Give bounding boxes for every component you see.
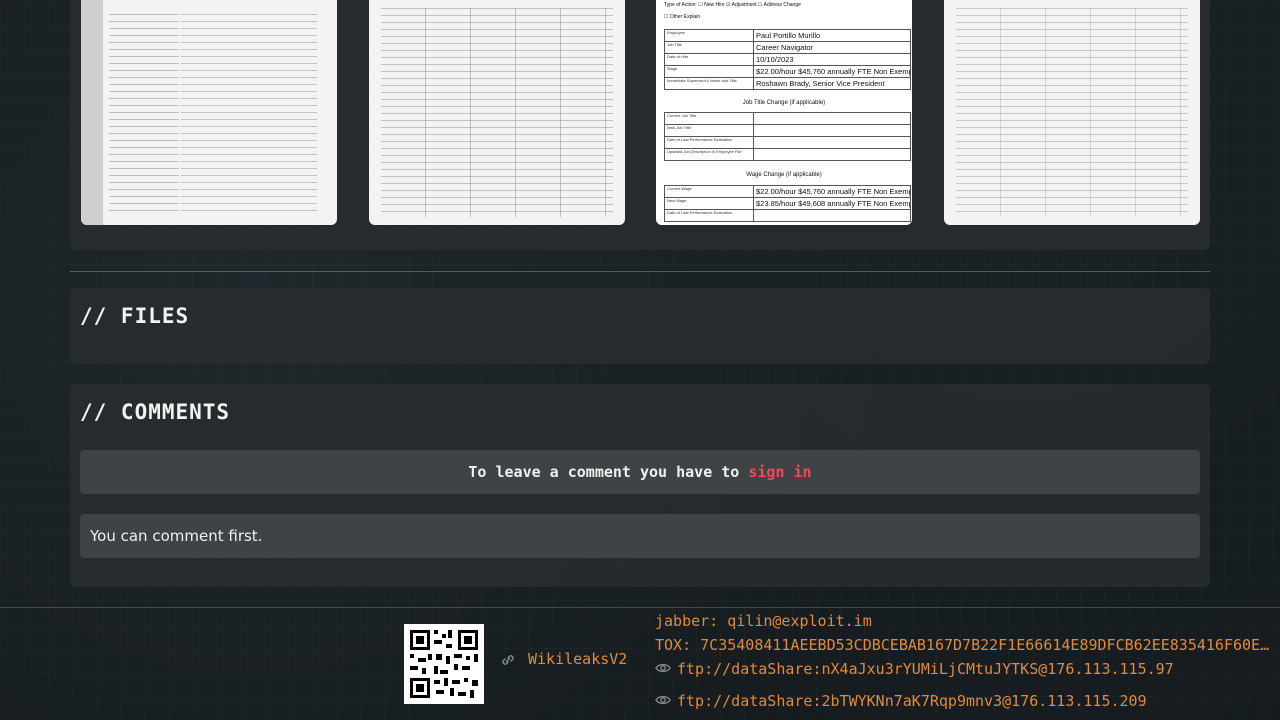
jabber-contact: jabber: qilin@exploit.im [655,612,872,630]
footer-divider [0,607,1280,608]
image-gallery: Type of Action: ☐ New Hire ☑ Adjustment … [70,0,1210,250]
files-section: // FILES [70,288,1210,364]
gallery-thumbnail-1[interactable] [81,0,337,225]
link-icon [502,655,514,665]
ftp-link-2[interactable]: ftp://dataShare:2bTWYKNn7aK7Rqp9mnv3@176… [655,692,1147,710]
eye-icon [655,663,671,673]
sign-in-link[interactable]: sign in [748,463,811,481]
signin-prompt: To leave a comment you have to sign in [80,450,1200,494]
gallery-thumbnail-3[interactable]: Type of Action: ☐ New Hire ☑ Adjustment … [656,0,912,225]
qr-code-icon [404,624,484,704]
ftp-link-2-text: ftp://dataShare:2bTWYKNn7aK7Rqp9mnv3@176… [677,692,1147,710]
files-title: // FILES [80,304,190,328]
empty-comments-message: You can comment first. [80,514,1200,558]
eye-icon [655,695,671,705]
section-divider [70,271,1210,272]
signin-prefix: To leave a comment you have to [468,463,749,481]
comments-section: // COMMENTS To leave a comment you have … [70,384,1210,587]
ftp-link-1-text: ftp://dataShare:nX4aJxu3rYUMiLjCMtuJYTKS… [677,660,1174,678]
gallery-thumbnail-2[interactable] [369,0,625,225]
form-preview: Type of Action: ☐ New Hire ☑ Adjustment … [656,0,912,225]
form-checks: Type of Action: ☐ New Hire ☑ Adjustment … [664,2,801,20]
ftp-link-1[interactable]: ftp://dataShare:nX4aJxu3rYUMiLjCMtuJYTKS… [655,660,1174,678]
comments-title: // COMMENTS [80,400,231,424]
wikileaks-link[interactable]: WikileaksV2 [528,650,627,668]
tox-contact: TOX: 7C35408411AEEBD53CDBCEBAB167D7B22F1… [655,636,1275,654]
gallery-thumbnail-4[interactable] [944,0,1200,225]
